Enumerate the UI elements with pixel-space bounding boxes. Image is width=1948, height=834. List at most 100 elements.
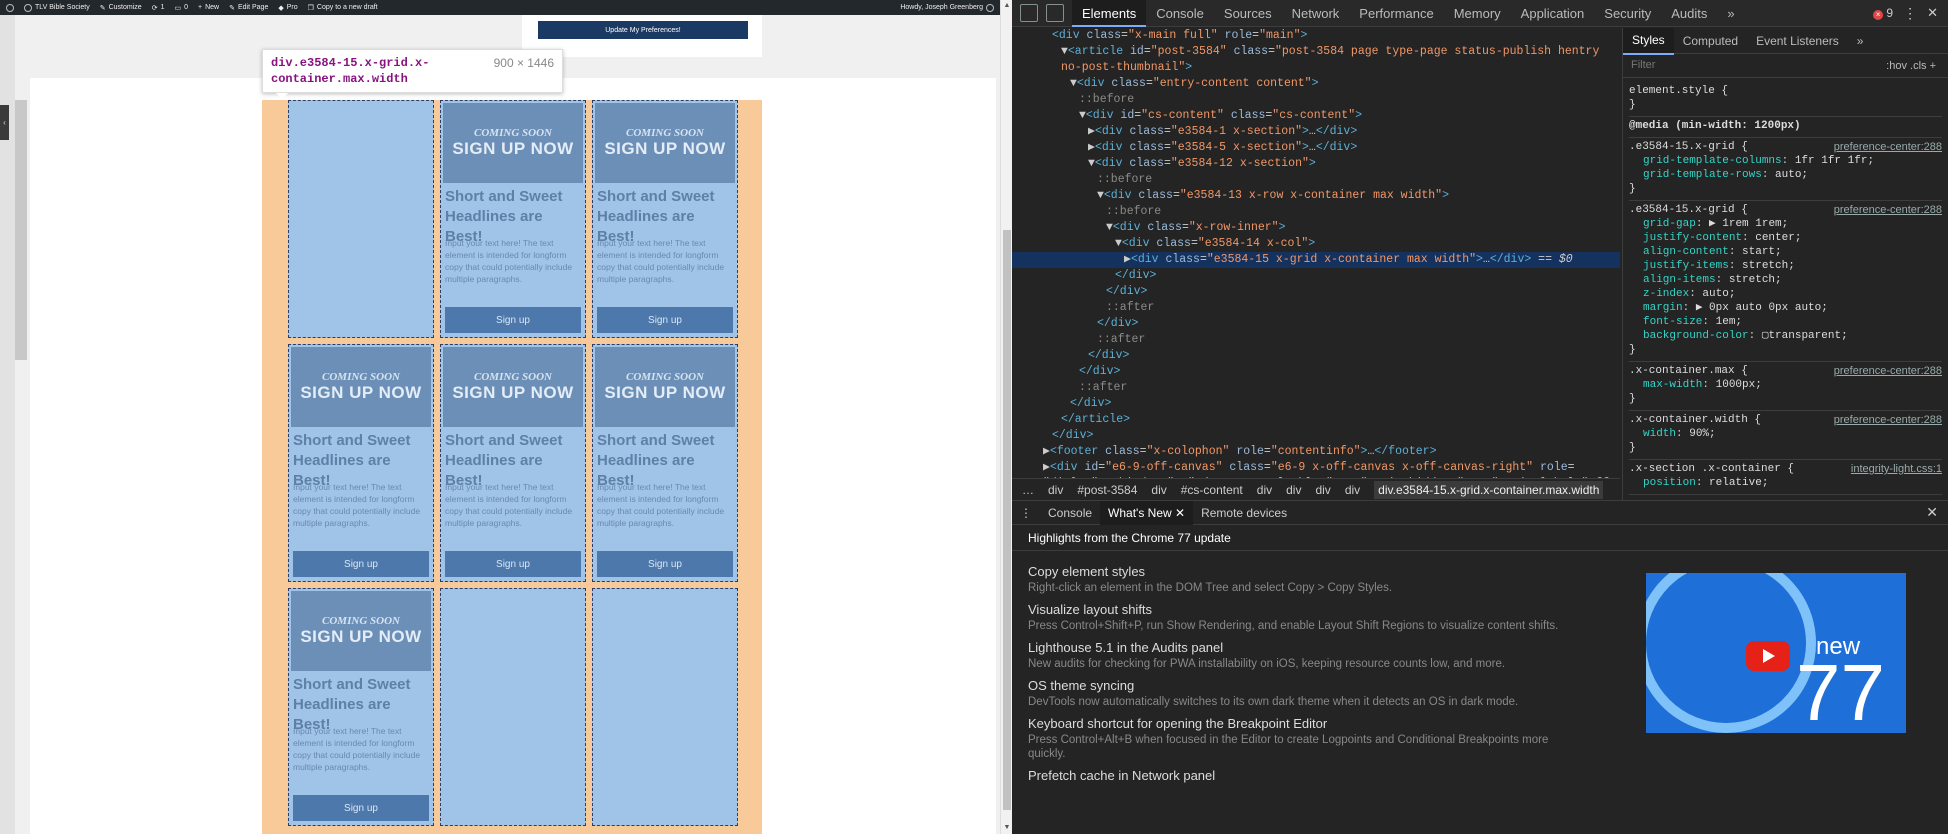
rule-source-link[interactable]: preference-center:288: [1834, 413, 1942, 427]
rule-source-link[interactable]: integrity-light.css:1: [1851, 462, 1942, 476]
close-devtools-icon[interactable]: ✕: [1927, 5, 1938, 21]
inspect-element-icon[interactable]: [1020, 4, 1038, 22]
updates-item[interactable]: ⟳ 1: [152, 4, 165, 12]
style-declaration[interactable]: margin: ▶ 0px auto 0px auto;: [1629, 301, 1942, 315]
breadcrumb-item[interactable]: div: [1257, 483, 1272, 497]
styles-tab[interactable]: »: [1848, 28, 1873, 54]
dom-node[interactable]: ▼<div id="cs-content" class="cs-content"…: [1012, 108, 1620, 124]
sign-up-button[interactable]: Sign up: [293, 551, 429, 577]
breadcrumb-item[interactable]: div: [1345, 483, 1360, 497]
drawer-tab[interactable]: Remote devices: [1193, 501, 1295, 525]
rule-source-link[interactable]: preference-center:288: [1834, 140, 1942, 154]
dom-node[interactable]: <div class="x-main full" role="main">: [1012, 28, 1620, 44]
whats-new-item[interactable]: OS theme syncing DevTools now automatical…: [1028, 677, 1588, 709]
error-counter[interactable]: × 9: [1873, 6, 1893, 20]
chrome-77-video-thumbnail[interactable]: 77 new: [1646, 573, 1906, 733]
drawer-tab[interactable]: What's New ✕: [1100, 500, 1194, 525]
style-declaration[interactable]: align-content: start;: [1629, 245, 1942, 259]
dom-node[interactable]: ▼<div class="e3584-12 x-section">: [1012, 156, 1620, 172]
dom-node[interactable]: ▼<div class="e3584-13 x-row x-container …: [1012, 188, 1620, 204]
sign-up-button[interactable]: Sign up: [597, 551, 733, 577]
styles-tab[interactable]: Event Listeners: [1747, 28, 1848, 54]
tab-performance[interactable]: Performance: [1349, 0, 1443, 27]
dom-node[interactable]: </div>: [1012, 348, 1620, 364]
tab-audits[interactable]: Audits: [1661, 0, 1717, 27]
sign-up-button[interactable]: Sign up: [597, 307, 733, 333]
dom-node[interactable]: ::after: [1012, 380, 1620, 396]
whats-new-item[interactable]: Copy element styles Right-click an elemen…: [1028, 563, 1588, 595]
drawer-menu-icon[interactable]: ⋮: [1012, 506, 1040, 520]
style-declaration[interactable]: align-items: stretch;: [1629, 273, 1942, 287]
update-preferences-button[interactable]: Update My Preferences!: [538, 21, 748, 39]
style-declaration[interactable]: justify-items: stretch;: [1629, 259, 1942, 273]
sign-up-button[interactable]: Sign up: [293, 795, 429, 821]
comments-item[interactable]: ▭ 0: [174, 4, 188, 12]
breadcrumb-current[interactable]: div.e3584-15.x-grid.x-container.max.widt…: [1374, 480, 1604, 499]
dom-node[interactable]: ::before: [1012, 204, 1620, 220]
new-item[interactable]: + New: [198, 4, 219, 11]
dom-node[interactable]: ▶<div id="e6-9-off-canvas" class="e6-9 x…: [1012, 460, 1620, 476]
style-declaration[interactable]: background-color: ▢transparent;: [1629, 329, 1942, 343]
style-declaration[interactable]: width: 90%;: [1629, 427, 1942, 441]
style-declaration[interactable]: grid-template-columns: 1fr 1fr 1fr;: [1629, 154, 1942, 168]
dom-node[interactable]: ▶<div class="e3584-5 x-section">…</div>: [1012, 140, 1620, 156]
customize-item[interactable]: ✎ Customize: [100, 4, 142, 12]
style-declaration[interactable]: grid-template-rows: auto;: [1629, 168, 1942, 182]
dom-node[interactable]: ::after: [1012, 300, 1620, 316]
dom-node[interactable]: </div>: [1012, 396, 1620, 412]
copy-draft-item[interactable]: ❐ Copy to a new draft: [308, 4, 378, 12]
dom-node[interactable]: ▶<div class="e3584-1 x-section">…</div>: [1012, 124, 1620, 140]
tab-security[interactable]: Security: [1594, 0, 1661, 27]
style-declaration[interactable]: max-width: 1000px;: [1629, 378, 1942, 392]
breadcrumb-item[interactable]: …: [1022, 483, 1034, 497]
dom-node[interactable]: ▶<div class="e3584-15 x-grid x-container…: [1012, 252, 1620, 268]
sign-up-button[interactable]: Sign up: [445, 307, 581, 333]
tab-sources[interactable]: Sources: [1214, 0, 1282, 27]
edit-page-item[interactable]: ✎ Edit Page: [229, 4, 268, 12]
dom-node[interactable]: </div>: [1012, 364, 1620, 380]
page-scroll-thumb[interactable]: [1003, 230, 1011, 810]
dom-node[interactable]: ▼<div class="entry-content content">: [1012, 76, 1620, 92]
breadcrumb-item[interactable]: div: [1048, 483, 1063, 497]
dom-node[interactable]: ▼<div class="e3584-14 x-col">: [1012, 236, 1620, 252]
style-declaration[interactable]: grid-gap: ▶ 1rem 1rem;: [1629, 217, 1942, 231]
pro-item[interactable]: ◆ Pro: [278, 4, 297, 12]
collapse-tab[interactable]: ‹: [0, 105, 9, 140]
styles-filter-input[interactable]: Filter: [1627, 57, 1827, 75]
whats-new-item[interactable]: Visualize layout shifts Press Control+Shi…: [1028, 601, 1588, 633]
style-declaration[interactable]: justify-content: center;: [1629, 231, 1942, 245]
dom-node[interactable]: no-post-thumbnail">: [1012, 60, 1620, 76]
style-declaration[interactable]: z-index: auto;: [1629, 287, 1942, 301]
dom-tree[interactable]: <div class="x-main full" role="main"> ▼<a…: [1012, 28, 1620, 478]
sign-up-button[interactable]: Sign up: [445, 551, 581, 577]
whats-new-item[interactable]: Lighthouse 5.1 in the Audits panel New au…: [1028, 639, 1588, 671]
scroll-up-arrow[interactable]: ▲: [1001, 0, 1012, 12]
site-name-item[interactable]: TLV Bible Society: [24, 3, 90, 12]
page-scrollbar[interactable]: ▲ ▼: [1000, 0, 1012, 834]
tab-console[interactable]: Console: [1146, 0, 1214, 27]
tab-elements[interactable]: Elements: [1072, 0, 1147, 27]
breadcrumb-item[interactable]: div: [1315, 483, 1330, 497]
style-declaration[interactable]: font-size: 1em;: [1629, 315, 1942, 329]
hov-cls-buttons[interactable]: :hov .cls +: [1886, 60, 1948, 72]
breadcrumb-item[interactable]: #cs-content: [1181, 483, 1243, 497]
dom-node[interactable]: </div>: [1012, 428, 1620, 444]
tab-memory[interactable]: Memory: [1444, 0, 1511, 27]
dom-node[interactable]: </div>: [1012, 268, 1620, 284]
device-toolbar-icon[interactable]: [1046, 4, 1064, 22]
dom-node[interactable]: ▼<div class="x-row-inner">: [1012, 220, 1620, 236]
kebab-menu-icon[interactable]: ⋮: [1903, 5, 1917, 22]
account-item[interactable]: Howdy, Joseph Greenberg: [900, 3, 995, 12]
rule-source-link[interactable]: preference-center:288: [1834, 364, 1942, 378]
left-scroll-thumb[interactable]: [15, 100, 27, 360]
wp-logo-item[interactable]: [6, 3, 14, 12]
tab-application[interactable]: Application: [1511, 0, 1595, 27]
breadcrumb-item[interactable]: div: [1286, 483, 1301, 497]
dom-node[interactable]: </div>: [1012, 284, 1620, 300]
dom-node[interactable]: ▶<footer class="x-colophon" role="conten…: [1012, 444, 1620, 460]
style-declaration[interactable]: position: relative;: [1629, 476, 1942, 490]
dom-node[interactable]: </article>: [1012, 412, 1620, 428]
play-icon[interactable]: [1746, 641, 1790, 671]
drawer-tab[interactable]: Console: [1040, 501, 1100, 525]
whats-new-item[interactable]: Keyboard shortcut for opening the Breakp…: [1028, 715, 1588, 761]
